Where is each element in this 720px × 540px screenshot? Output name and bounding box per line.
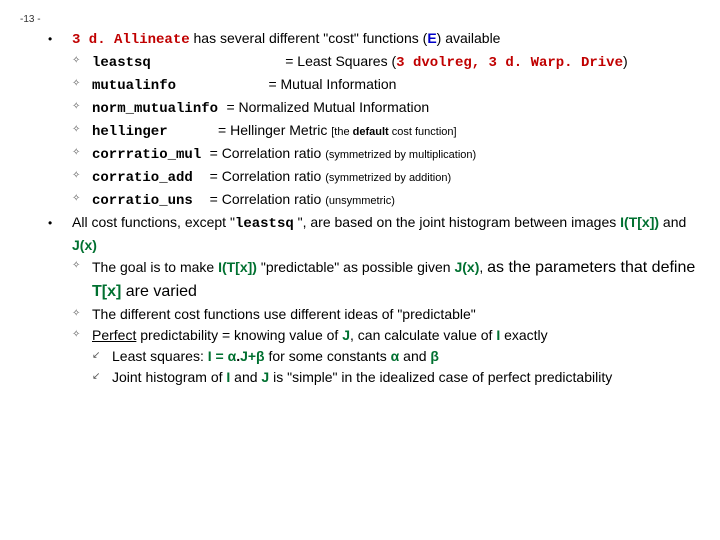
text: All cost functions, except "	[72, 214, 235, 230]
text: Joint histogram of	[112, 369, 226, 385]
note-mid: default	[353, 126, 389, 138]
note: (symmetrized by multiplication)	[325, 149, 476, 161]
fn: hellinger	[92, 124, 168, 140]
desc: = Least Squares (	[285, 53, 396, 69]
pad	[168, 124, 218, 140]
note: [the	[331, 126, 352, 138]
desc: = Normalized Mutual Information	[226, 99, 429, 115]
eq: I = α	[208, 348, 236, 364]
pad	[193, 193, 210, 209]
perfect: Perfect	[92, 327, 136, 343]
fn: corratio_add	[92, 170, 193, 186]
pad	[193, 170, 210, 186]
desc: = Correlation ratio	[210, 191, 326, 207]
diamond-icon: ✧	[72, 327, 80, 342]
note: (unsymmetric)	[325, 195, 395, 207]
least-squares-eq: ↙ Least squares: I = α.J+β for some cons…	[48, 346, 700, 367]
text: is "simple" in the idealized case of per…	[269, 369, 612, 385]
fn: corratio_uns	[92, 193, 193, 209]
eq2: J+β	[240, 348, 265, 364]
page-number: -13 -	[20, 14, 41, 25]
text: ,	[479, 259, 487, 275]
text: exactly	[500, 327, 547, 343]
joint-histogram: ↙ Joint histogram of I and J is "simple"…	[48, 367, 700, 388]
pad	[201, 147, 209, 163]
b: β	[430, 348, 439, 364]
desc: = Correlation ratio	[210, 145, 326, 161]
text: , can calculate value of	[350, 327, 496, 343]
and: and	[399, 348, 430, 364]
Jx: J(x)	[72, 237, 97, 253]
func-hellinger: ✧ hellinger = Hellinger Metric [the defa…	[48, 120, 700, 143]
func-corratio-uns: ✧ corratio_uns = Correlation ratio (unsy…	[48, 189, 700, 212]
ref: 3 dvolreg, 3 d. Warp. Drive	[396, 55, 623, 71]
fn: leastsq	[92, 55, 151, 71]
J: J	[342, 327, 350, 343]
Tx: T[x]	[92, 283, 121, 300]
arrow-icon: ↙	[92, 348, 100, 363]
text: for some constants	[265, 348, 391, 364]
text: The different cost functions use differe…	[92, 306, 476, 322]
diamond-icon: ✧	[72, 168, 80, 183]
perfect-pred: ✧ Perfect predictability = knowing value…	[48, 325, 700, 346]
func-corratio-add: ✧ corratio_add = Correlation ratio (symm…	[48, 166, 700, 189]
slide-content: • 3 d. Allineate has several different "…	[48, 28, 700, 388]
and: and	[230, 369, 261, 385]
diamond-icon: ✧	[72, 145, 80, 160]
dot-icon: •	[48, 30, 52, 48]
diamond-icon: ✧	[72, 306, 80, 321]
desc: = Mutual Information	[268, 76, 396, 92]
func-corrratio-mul: ✧ corrratio_mul = Correlation ratio (sym…	[48, 143, 700, 166]
desc: = Correlation ratio	[210, 168, 326, 184]
func-mutualinfo: ✧ mutualinfo = Mutual Information	[48, 74, 700, 97]
bullet-histogram: • All cost functions, except "leastsq ",…	[48, 212, 700, 256]
fn: corrratio_mul	[92, 147, 201, 163]
bullet-intro: • 3 d. Allineate has several different "…	[48, 28, 700, 51]
func-norm-mutualinfo: ✧ norm_mutualinfo = Normalized Mutual In…	[48, 97, 700, 120]
text: are varied	[121, 283, 197, 300]
text: ) available	[437, 30, 501, 46]
text: ", are based on the joint histogram betw…	[294, 214, 620, 230]
big: as the parameters that define	[487, 259, 695, 276]
a: α	[391, 348, 400, 364]
diamond-icon: ✧	[72, 76, 80, 91]
fn: mutualinfo	[92, 78, 176, 94]
note: (symmetrized by addition)	[325, 172, 451, 184]
text: "predictable" as possible given	[257, 259, 455, 275]
func-leastsq: ✧ leastsq = Least Squares (3 dvolreg, 3 …	[48, 51, 700, 74]
leastsq: leastsq	[235, 216, 294, 232]
diamond-icon: ✧	[72, 53, 80, 68]
diamond-icon: ✧	[72, 258, 80, 273]
text: predictability = knowing value of	[136, 327, 342, 343]
text: has several different "cost" functions (	[190, 30, 428, 46]
diamond-icon: ✧	[72, 191, 80, 206]
E: E	[427, 30, 436, 46]
dot-icon: •	[48, 214, 52, 232]
goal: ✧ The goal is to make I(T[x]) "predictab…	[48, 256, 700, 304]
cmd-name: 3 d. Allineate	[72, 32, 190, 48]
desc: = Hellinger Metric	[218, 122, 331, 138]
ITx: I(T[x])	[620, 214, 659, 230]
diamond-icon: ✧	[72, 99, 80, 114]
text: Least squares:	[112, 348, 208, 364]
diff-ideas: ✧ The different cost functions use diffe…	[48, 304, 700, 325]
arrow-icon: ↙	[92, 369, 100, 384]
diamond-icon: ✧	[72, 122, 80, 137]
note-end: cost function]	[389, 126, 457, 138]
ITx: I(T[x])	[218, 259, 257, 275]
fn: norm_mutualinfo	[92, 101, 218, 117]
text: The goal is to make	[92, 259, 218, 275]
tail: )	[623, 53, 628, 69]
Jx: J(x)	[454, 259, 479, 275]
pad	[176, 78, 268, 94]
and: and	[659, 214, 686, 230]
pad	[151, 55, 285, 71]
